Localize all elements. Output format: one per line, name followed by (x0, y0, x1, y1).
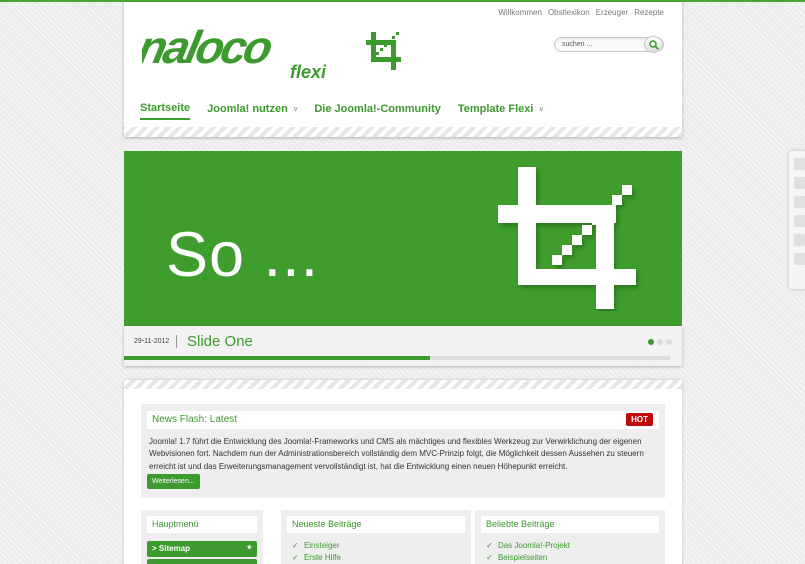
logo-sub-text: flexi (290, 62, 327, 82)
divider (176, 335, 177, 348)
chevron-down-icon: v (539, 105, 543, 113)
slide-date: 29-11-2012 (134, 338, 170, 345)
slide-text: So ... (166, 220, 320, 290)
nav-label: Die Joomla!-Community (314, 103, 441, 115)
module-title: Hauptmenü (147, 516, 257, 533)
toplink-erzeuger[interactable]: Erzeuger (596, 8, 628, 17)
slide-dot-2[interactable] (657, 339, 663, 345)
main-nav: Startseite Joomla! nutzen v Die Joomla!-C… (140, 102, 543, 120)
menu-item-sitemap[interactable]: > Sitemap ★ (147, 541, 257, 557)
chevron-down-icon: v (293, 105, 298, 113)
slide-caption: 29-11-2012 Slide One (124, 326, 682, 366)
search-icon (648, 39, 659, 50)
list-item[interactable]: Beispielseiten (486, 552, 570, 564)
bookmark-icon[interactable] (794, 196, 805, 208)
logo-text: naloco (142, 21, 276, 72)
twitter-icon[interactable] (794, 215, 805, 227)
slideshow[interactable]: So ... (124, 151, 682, 326)
latest-list: Einsteiger Erste Hilfe (292, 540, 341, 564)
slide-progress-bar (124, 356, 670, 360)
crop-slide-icon (498, 167, 636, 309)
toplink-willkommen[interactable]: Willkommen (498, 8, 542, 17)
content-stripe (124, 380, 682, 389)
crop-logo-icon (366, 32, 401, 70)
module-title: Beliebte Beiträge (481, 516, 659, 533)
list-item[interactable]: Erste Hilfe (292, 552, 341, 564)
list-item[interactable]: Einsteiger (292, 540, 341, 552)
popular-list: Das Joomla!-Projekt Beispielseiten (486, 540, 570, 564)
home-icon[interactable] (794, 158, 805, 170)
search-button[interactable] (644, 36, 663, 53)
nav-joomla-nutzen[interactable]: Joomla! nutzen v (207, 102, 297, 120)
top-links: Willkommen Obstlexikon Erzeuger Rezepte (498, 8, 664, 17)
menu-item-next[interactable] (147, 559, 257, 564)
header-stripe (124, 127, 682, 137)
star-icon: ★ (246, 545, 252, 551)
slide-title[interactable]: Slide One (187, 333, 253, 350)
nav-label: Joomla! nutzen (207, 103, 288, 115)
slide-dot-3[interactable] (666, 339, 672, 345)
mail-icon[interactable] (794, 234, 805, 246)
share-icon[interactable] (794, 177, 805, 189)
main-menu-module: Hauptmenü > Sitemap ★ (141, 510, 263, 564)
module-title: Neueste Beiträge (287, 516, 465, 533)
main-content: News Flash: Latest HOT Joomla! 1.7 führt… (124, 380, 682, 564)
slide-pager (648, 339, 672, 345)
latest-articles-module: Neueste Beiträge Einsteiger Erste Hilfe (281, 510, 471, 564)
toplink-obstlexikon[interactable]: Obstlexikon (548, 8, 590, 17)
menu-item-label: > Sitemap (152, 544, 191, 553)
nav-startseite[interactable]: Startseite (140, 102, 191, 120)
slide-dot-1[interactable] (648, 339, 654, 345)
news-flash-module: News Flash: Latest HOT Joomla! 1.7 führt… (141, 404, 665, 498)
site-logo[interactable]: naloco flexi (142, 15, 352, 87)
news-header: News Flash: Latest HOT (147, 411, 659, 429)
toplink-rezepte[interactable]: Rezepte (634, 8, 664, 17)
nav-template-flexi[interactable]: Template Flexi v (458, 102, 543, 120)
site-header: Willkommen Obstlexikon Erzeuger Rezepte … (124, 0, 682, 137)
list-item[interactable]: Das Joomla!-Projekt (486, 540, 570, 552)
nav-community[interactable]: Die Joomla!-Community (314, 102, 441, 120)
nav-label: Startseite (140, 102, 191, 114)
nav-label: Template Flexi (457, 103, 534, 115)
news-title: News Flash: Latest (152, 414, 238, 425)
read-more-button[interactable]: Weiterlesen... (147, 474, 200, 489)
popular-articles-module: Beliebte Beiträge Das Joomla!-Projekt Be… (475, 510, 665, 564)
social-share-bar (788, 150, 805, 290)
slide-progress-fill (124, 356, 430, 360)
news-body: Joomla! 1.7 führt die Entwicklung des Jo… (149, 437, 644, 471)
hot-badge: HOT (626, 413, 653, 426)
print-icon[interactable] (794, 253, 805, 265)
